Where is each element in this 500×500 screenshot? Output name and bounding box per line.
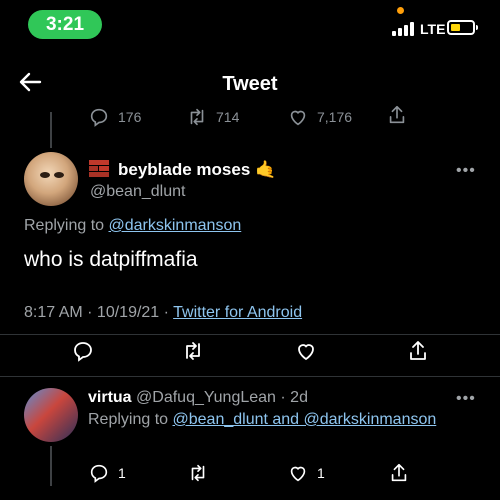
divider bbox=[0, 334, 500, 335]
heart-icon bbox=[298, 344, 314, 361]
reply-display-name[interactable]: virtua bbox=[88, 389, 132, 406]
heart-icon bbox=[290, 110, 306, 126]
divider bbox=[0, 376, 500, 377]
reply-replying-label: Replying to bbox=[88, 411, 169, 428]
reply-age: · 2d bbox=[280, 389, 308, 406]
page-title: Tweet bbox=[222, 73, 278, 95]
reply-like-button[interactable]: 1 bbox=[287, 462, 325, 484]
tweet-time: 8:17 AM · 10/19/21 · bbox=[24, 304, 169, 321]
prev-like-count-label: 7,176 bbox=[317, 109, 353, 125]
display-name[interactable]: beyblade moses 🤙 bbox=[118, 160, 276, 180]
user-handle[interactable]: @bean_dlunt bbox=[90, 183, 185, 201]
share-button[interactable] bbox=[406, 339, 430, 368]
signal-icon bbox=[392, 22, 414, 36]
thread-line bbox=[50, 446, 52, 486]
share-icon bbox=[391, 463, 407, 482]
prev-like-count[interactable]: 7,176 bbox=[287, 106, 352, 128]
hand-emoji-icon: 🤙 bbox=[255, 160, 277, 179]
privacy-indicator bbox=[397, 7, 404, 14]
reply-button[interactable] bbox=[71, 339, 95, 368]
retweet-icon bbox=[190, 108, 204, 126]
display-name-text: beyblade moses bbox=[118, 160, 251, 179]
prev-retweet-count-label: 714 bbox=[216, 109, 240, 125]
replying-label: Replying to bbox=[24, 217, 105, 234]
reply-icon bbox=[74, 342, 92, 362]
status-time: 3:21 bbox=[28, 10, 102, 39]
reply-icon bbox=[90, 464, 108, 483]
thread-line bbox=[50, 112, 52, 148]
retweet-icon bbox=[186, 342, 200, 360]
avatar[interactable] bbox=[24, 388, 78, 442]
replying-to-link[interactable]: @darkskinmanson bbox=[109, 217, 242, 234]
network-label: LTE bbox=[420, 21, 446, 37]
reply-share-button[interactable] bbox=[388, 462, 410, 489]
retweet-button[interactable] bbox=[181, 339, 205, 368]
reply-retweet-button[interactable] bbox=[187, 462, 209, 489]
replying-to: Replying to @darkskinmanson bbox=[24, 217, 241, 235]
avatar[interactable] bbox=[24, 152, 78, 206]
tweet-timestamp: 8:17 AM · 10/19/21 · Twitter for Android bbox=[24, 304, 302, 322]
like-button[interactable] bbox=[294, 339, 318, 368]
reply-reply-count: 1 bbox=[118, 465, 126, 481]
reply-like-count: 1 bbox=[317, 465, 325, 481]
brick-emoji-icon bbox=[88, 158, 110, 183]
reply-replying-to: Replying to @bean_dlunt and @darkskinman… bbox=[88, 411, 436, 429]
reply-handle[interactable]: @Dafuq_YungLean bbox=[136, 389, 276, 406]
heart-icon bbox=[290, 466, 306, 482]
share-icon[interactable] bbox=[386, 104, 408, 131]
reply-replying-to-link[interactable]: @bean_dlunt and @darkskinmanson bbox=[173, 411, 437, 428]
more-options-icon[interactable]: ••• bbox=[456, 162, 476, 180]
prev-reply-count[interactable]: 176 bbox=[88, 106, 141, 128]
prev-reply-count-label: 176 bbox=[118, 109, 142, 125]
reply-icon bbox=[90, 108, 108, 127]
prev-retweet-count[interactable]: 714 bbox=[186, 106, 239, 128]
reply-header: virtua @Dafuq_YungLean · 2d bbox=[88, 389, 308, 407]
tweet-source-link[interactable]: Twitter for Android bbox=[173, 304, 302, 321]
battery-icon bbox=[447, 20, 478, 35]
more-options-icon[interactable]: ••• bbox=[456, 390, 476, 408]
retweet-icon bbox=[191, 464, 205, 482]
reply-reply-button[interactable]: 1 bbox=[88, 462, 126, 484]
tweet-text: who is datpiffmafia bbox=[24, 248, 198, 271]
share-icon bbox=[410, 341, 426, 360]
